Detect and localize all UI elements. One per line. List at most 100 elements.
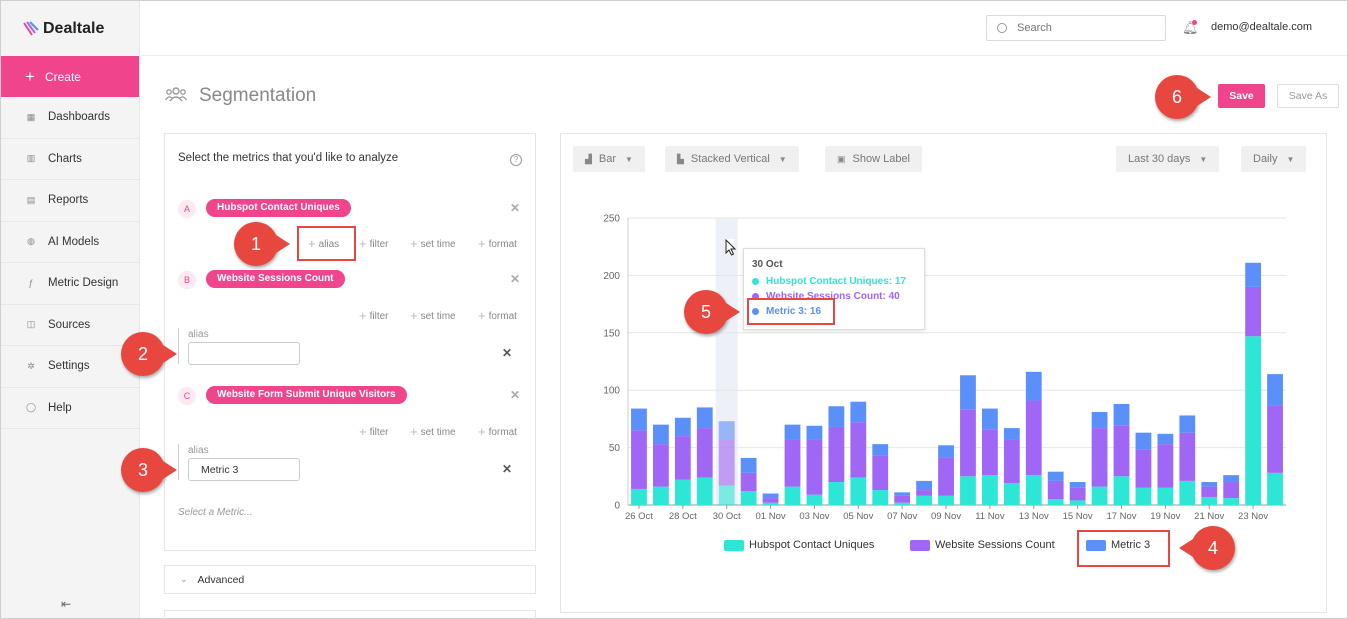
plus-icon: + <box>410 308 418 323</box>
format-option-c[interactable]: + format <box>478 424 517 439</box>
show-label-text: Show Label <box>852 153 911 165</box>
filter-option-a[interactable]: + filter <box>359 236 389 251</box>
metric-letter-a: A <box>178 200 196 218</box>
plus-icon: + <box>410 236 418 251</box>
select-metric-placeholder[interactable]: Select a Metric... <box>178 507 252 518</box>
callout-4: 4 <box>1191 526 1235 570</box>
sidebar-item-label: Charts <box>48 152 82 165</box>
legend-label: Website Sessions Count <box>935 539 1055 551</box>
stacked-bar-icon: ▙ <box>677 153 684 164</box>
chevron-down-icon: ▼ <box>1286 154 1295 164</box>
format-option-label: format <box>488 427 517 438</box>
search-box[interactable] <box>986 15 1166 41</box>
highlight-alias-option <box>297 226 356 261</box>
sidebar-item-help[interactable]: ◯ Help <box>1 388 139 429</box>
plus-icon: + <box>359 236 367 251</box>
format-option-a[interactable]: + format <box>478 236 517 251</box>
filter-option-c[interactable]: + filter <box>359 424 389 439</box>
user-email[interactable]: demo@dealtale.com <box>1211 21 1312 33</box>
top-bar: 🔔︎ demo@dealtale.com <box>141 1 1347 56</box>
remove-metric-c-icon[interactable]: ✕ <box>510 388 520 402</box>
chevron-down-icon: ▼ <box>1199 154 1208 164</box>
date-range-dropdown[interactable]: Last 30 days ▼ <box>1116 146 1220 172</box>
advanced-section-toggle[interactable]: ⌄ Advanced <box>164 565 536 594</box>
sidebar-item-label: Dashboards <box>48 111 111 124</box>
chart-type-dropdown[interactable]: ▟ Bar ▼ <box>573 146 645 172</box>
brand[interactable]: Dealtale <box>1 1 139 56</box>
legend-swatch <box>910 539 930 551</box>
sidebar-item-sources[interactable]: ◫ Sources <box>1 305 139 346</box>
search-input[interactable] <box>1017 22 1157 34</box>
save-as-button[interactable]: Save As <box>1277 84 1339 108</box>
alias-input-c[interactable] <box>188 458 300 481</box>
remove-metric-a-icon[interactable]: ✕ <box>510 201 520 215</box>
filter-option-label: filter <box>369 311 389 322</box>
format-option-b[interactable]: + format <box>478 308 517 323</box>
callout-1: 1 <box>234 222 278 266</box>
show-label-toggle[interactable]: ▣ Show Label <box>825 146 923 172</box>
document-icon: ▤ <box>26 194 36 205</box>
alias-input-b[interactable] <box>188 342 300 365</box>
metric-pill-a[interactable]: Hubspot Contact Uniques <box>206 199 351 217</box>
plus-icon: + <box>478 424 486 439</box>
stacking-dropdown[interactable]: ▙ Stacked Vertical ▼ <box>665 146 799 172</box>
metric-pill-c[interactable]: Website Form Submit Unique Visitors <box>206 386 407 404</box>
brand-name: Dealtale <box>43 19 105 37</box>
collapse-sidebar-icon[interactable]: ⇤ <box>61 597 71 611</box>
dealtale-logo-icon <box>23 20 39 37</box>
remove-metric-b-icon[interactable]: ✕ <box>510 272 520 286</box>
granularity-dropdown[interactable]: Daily ▼ <box>1241 146 1307 172</box>
stacking-label: Stacked Vertical <box>690 153 770 165</box>
users-icon <box>165 86 187 107</box>
mouse-cursor-icon <box>725 239 737 256</box>
legend-item-sessions[interactable]: Website Sessions Count <box>910 539 1055 551</box>
filter-option-label: filter <box>369 427 389 438</box>
sidebar-item-settings[interactable]: ✲ Settings <box>1 346 139 388</box>
remove-alias-c-icon[interactable]: ✕ <box>502 462 512 476</box>
format-option-label: format <box>488 311 517 322</box>
bar-chart-icon: ▥ <box>26 153 36 164</box>
highlight-tooltip-metric3 <box>747 298 835 325</box>
set-time-option-b[interactable]: + set time <box>410 308 456 323</box>
chevron-down-icon: ⌄ <box>180 574 188 584</box>
save-button[interactable]: Save <box>1218 84 1265 108</box>
format-option-label: format <box>488 239 517 250</box>
plus-icon: + <box>478 308 486 323</box>
sidebar-item-ai-models[interactable]: ◍ AI Models <box>1 222 139 263</box>
chevron-down-icon: ▼ <box>625 154 633 164</box>
chevron-down-icon: ▼ <box>778 154 787 164</box>
metric-pill-b[interactable]: Website Sessions Count <box>206 270 345 288</box>
plus-icon: + <box>359 424 367 439</box>
legend-label: Hubspot Contact Uniques <box>749 539 875 551</box>
notification-bell-icon[interactable]: 🔔︎ <box>1182 20 1199 36</box>
callout-4-pointer <box>1179 539 1193 557</box>
sidebar-item-reports[interactable]: ▤ Reports <box>1 180 139 222</box>
bar-chart-icon: ▟ <box>585 153 592 164</box>
filter-option-label: filter <box>369 239 389 250</box>
chart-type-label: Bar <box>598 153 617 165</box>
create-button[interactable]: + Create <box>1 56 139 97</box>
page-title: Segmentation <box>165 85 316 107</box>
callout-3-pointer <box>163 461 177 479</box>
set-time-option-a[interactable]: + set time <box>410 236 456 251</box>
sidebar-item-label: Reports <box>48 194 89 207</box>
function-icon: ƒ <box>28 278 34 289</box>
remove-alias-b-icon[interactable]: ✕ <box>502 346 512 360</box>
sidebar-item-dashboards[interactable]: ▦ Dashboards <box>1 97 139 139</box>
ai-icon: ◍ <box>27 236 35 247</box>
callout-2-pointer <box>163 345 177 363</box>
search-icon <box>997 23 1007 33</box>
callout-5-pointer <box>726 303 740 321</box>
plus-icon: + <box>25 67 35 86</box>
sidebar-item-label: Sources <box>48 318 91 331</box>
filter-option-b[interactable]: + filter <box>359 308 389 323</box>
legend-swatch <box>724 539 744 551</box>
metrics-panel: Select the metrics that you'd like to an… <box>164 133 536 551</box>
sidebar-item-metric-design[interactable]: ƒ Metric Design <box>1 263 139 305</box>
help-icon[interactable]: ? <box>510 154 522 166</box>
plus-icon: + <box>478 236 486 251</box>
grid-icon: ▦ <box>26 111 36 122</box>
legend-item-hubspot[interactable]: Hubspot Contact Uniques <box>724 539 874 551</box>
sidebar-item-charts[interactable]: ▥ Charts <box>1 139 139 180</box>
set-time-option-c[interactable]: + set time <box>410 424 456 439</box>
